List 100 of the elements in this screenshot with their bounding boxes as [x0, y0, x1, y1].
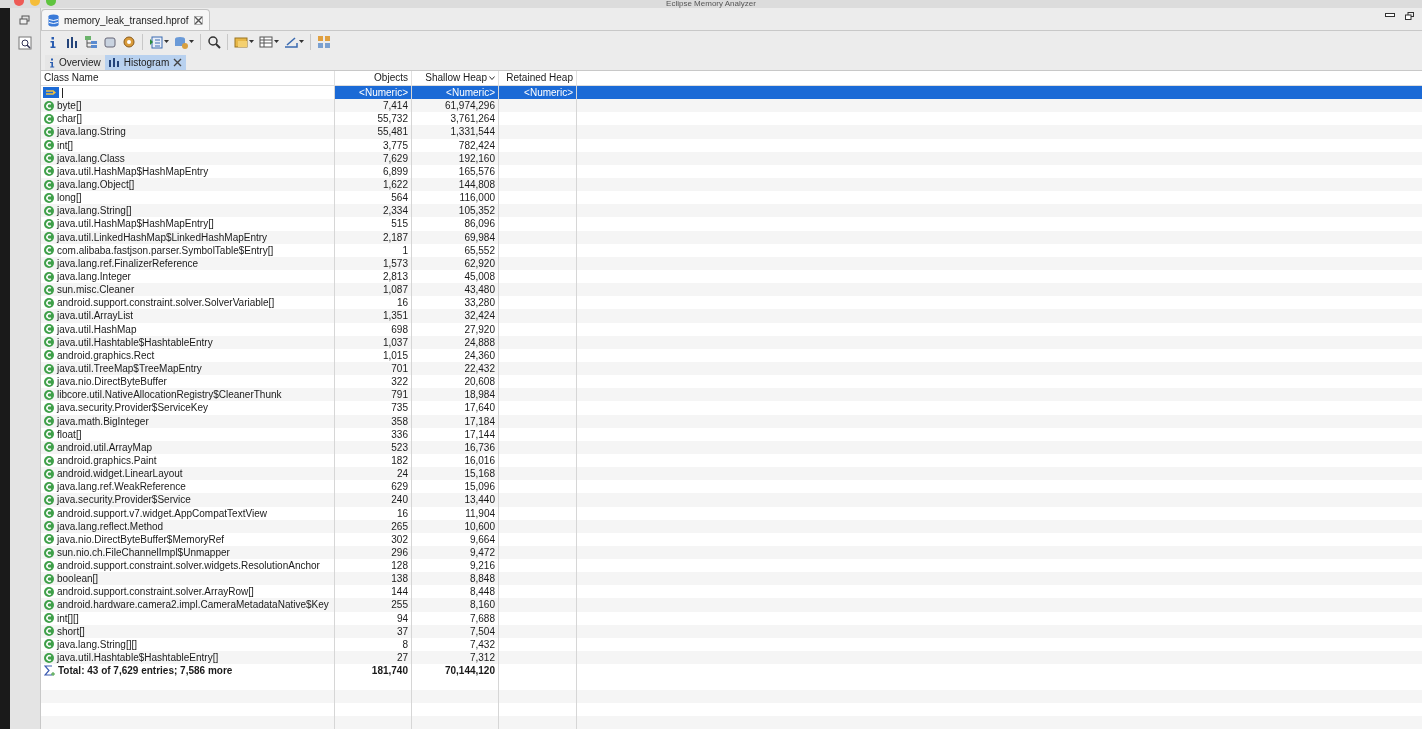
- column-header[interactable]: Retained Heap: [499, 71, 577, 85]
- class-name[interactable]: com.alibaba.fastjson.parser.SymbolTable$Entry[]: [57, 243, 274, 257]
- class-name[interactable]: java.security.Provider$Service: [57, 493, 191, 507]
- bar-chart-icon: [65, 35, 79, 49]
- table-cell: 69,984: [412, 230, 499, 244]
- caret-icon: [164, 40, 169, 44]
- column-header[interactable]: Shallow Heap: [412, 71, 499, 85]
- table-cell: 7,629: [335, 151, 412, 165]
- editor-tab[interactable]: memory_leak_transed.hprof: [41, 9, 210, 30]
- class-name[interactable]: int[]: [57, 138, 74, 152]
- class-name[interactable]: android.graphics.Paint: [57, 453, 157, 468]
- class-name[interactable]: android.widget.LinearLayout: [57, 467, 183, 481]
- table-cell: 11,904: [412, 506, 499, 520]
- class-name[interactable]: long[]: [57, 191, 82, 205]
- class-name[interactable]: libcore.util.NativeAllocationRegistry$CleanerThunk: [57, 388, 282, 402]
- class-name[interactable]: int[][]: [57, 611, 79, 625]
- class-name[interactable]: java.security.Provider$ServiceKey: [57, 401, 208, 415]
- close-icon[interactable]: [193, 15, 203, 25]
- class-name[interactable]: java.lang.ref.FinalizerReference: [57, 256, 199, 270]
- table-cell: 32,424: [412, 309, 499, 323]
- class-name[interactable]: java.util.Hashtable$HashtableEntry[]: [57, 651, 219, 665]
- table-cell: 1: [335, 243, 412, 257]
- view-tab[interactable]: Histogram: [104, 55, 187, 70]
- class-name[interactable]: java.lang.reflect.Method: [57, 519, 164, 533]
- table-cell: 27,920: [412, 322, 499, 336]
- table-cell: 22,432: [412, 361, 499, 376]
- tree-icon: [84, 35, 98, 49]
- column-header[interactable]: Class Name: [41, 71, 335, 85]
- class-name[interactable]: sun.nio.ch.FileChannelImpl$Unmapper: [57, 545, 230, 560]
- class-name[interactable]: byte[]: [57, 99, 82, 113]
- inspector-icon[interactable]: [18, 36, 32, 50]
- table-cell: 240: [335, 493, 412, 507]
- class-name[interactable]: android.hardware.camera2.impl.CameraMetadataNative$Key: [57, 598, 329, 612]
- class-name[interactable]: float[]: [57, 427, 82, 441]
- table-cell: 65,552: [412, 243, 499, 257]
- class-name[interactable]: java.lang.Integer: [57, 269, 131, 284]
- caret-icon: [249, 40, 254, 44]
- class-name[interactable]: java.lang.Object[]: [57, 178, 135, 192]
- class-name[interactable]: android.support.constraint.solver.SolverVariable[]: [57, 296, 275, 310]
- list-dropdown-button[interactable]: [148, 33, 170, 51]
- restore-icon[interactable]: [1405, 12, 1414, 20]
- class-name[interactable]: java.util.Hashtable$HashtableEntry: [57, 335, 213, 349]
- class-name[interactable]: java.util.ArrayList: [57, 309, 134, 323]
- class-name[interactable]: java.util.TreeMap$TreeMapEntry: [57, 361, 202, 376]
- class-name[interactable]: sun.misc.Cleaner: [57, 283, 135, 297]
- class-name[interactable]: android.util.ArrayMap: [57, 440, 153, 454]
- table-cell: 336: [335, 427, 412, 441]
- table-cell: 24,360: [412, 348, 499, 362]
- gear-button[interactable]: [121, 33, 137, 51]
- class-name[interactable]: java.lang.Class: [57, 151, 125, 165]
- table-cell: 61,974,296: [412, 99, 499, 113]
- table-cell: 302: [335, 532, 412, 546]
- class-name[interactable]: java.util.HashMap$HashMapEntry[]: [57, 217, 214, 231]
- table-cell: 7,688: [412, 611, 499, 625]
- class-name[interactable]: short[]: [57, 624, 85, 638]
- table-cell: 15,168: [412, 467, 499, 481]
- table-cell: 13,440: [412, 493, 499, 507]
- class-name[interactable]: java.lang.ref.WeakReference: [57, 480, 186, 494]
- table-cell: 27: [335, 651, 412, 665]
- class-name[interactable]: java.util.HashMap: [57, 322, 137, 336]
- heap-dump-icon: [48, 13, 59, 27]
- class-name[interactable]: java.lang.String[]: [57, 204, 132, 218]
- class-name[interactable]: java.math.BigInteger: [57, 414, 149, 428]
- table-cell: 2,334: [335, 204, 412, 218]
- filter-row[interactable]: <Numeric> <Numeric> <Numeric>: [41, 86, 1422, 100]
- class-name[interactable]: boolean[]: [57, 572, 99, 586]
- caret-icon: [274, 40, 279, 44]
- window-title: Eclipse Memory Analyzer: [666, 0, 756, 8]
- cylinder-icon: [174, 35, 188, 49]
- table-cell: 7,414: [335, 99, 412, 113]
- table-cell: 515: [335, 217, 412, 231]
- class-name[interactable]: android.graphics.Rect: [57, 348, 155, 362]
- table-cell: 523: [335, 440, 412, 454]
- table-cell: 86,096: [412, 217, 499, 231]
- column-header[interactable]: Objects: [335, 71, 412, 85]
- class-name[interactable]: java.lang.String[][]: [57, 637, 138, 652]
- grid-button[interactable]: [316, 33, 332, 51]
- class-name[interactable]: java.lang.String: [57, 125, 126, 139]
- table-cell: 255: [335, 598, 412, 612]
- total-label: Total: 43 of 7,629 entries; 7,586 more: [58, 664, 233, 678]
- class-name[interactable]: android.support.constraint.solver.widgets.ResolutionAnchor: [57, 559, 320, 573]
- view-tab[interactable]: Overview: [45, 55, 105, 70]
- class-name[interactable]: android.support.v7.widget.AppCompatTextView: [57, 506, 267, 520]
- minimize-icon[interactable]: [1385, 12, 1395, 18]
- table-cell: 1,087: [335, 283, 412, 297]
- class-name[interactable]: java.util.LinkedHashMap$LinkedHashMapEntry: [57, 230, 268, 244]
- table-cell: 62,920: [412, 256, 499, 270]
- class-name[interactable]: char[]: [57, 112, 82, 126]
- class-name[interactable]: java.nio.DirectByteBuffer$MemoryRef: [57, 532, 225, 546]
- class-name[interactable]: java.nio.DirectByteBuffer: [57, 375, 167, 389]
- caret-icon: [299, 40, 304, 44]
- class-name[interactable]: android.support.constraint.solver.ArrayRow[]: [57, 585, 254, 599]
- table-dropdown-button[interactable]: [258, 33, 280, 51]
- table-cell: 17,184: [412, 414, 499, 428]
- table-cell: 16: [335, 506, 412, 520]
- close-icon[interactable]: [173, 58, 183, 67]
- table-cell: 1,573: [335, 256, 412, 270]
- table-cell: 55,481: [335, 125, 412, 139]
- search-button[interactable]: [206, 33, 222, 51]
- class-name[interactable]: java.util.HashMap$HashMapEntry: [57, 164, 209, 178]
